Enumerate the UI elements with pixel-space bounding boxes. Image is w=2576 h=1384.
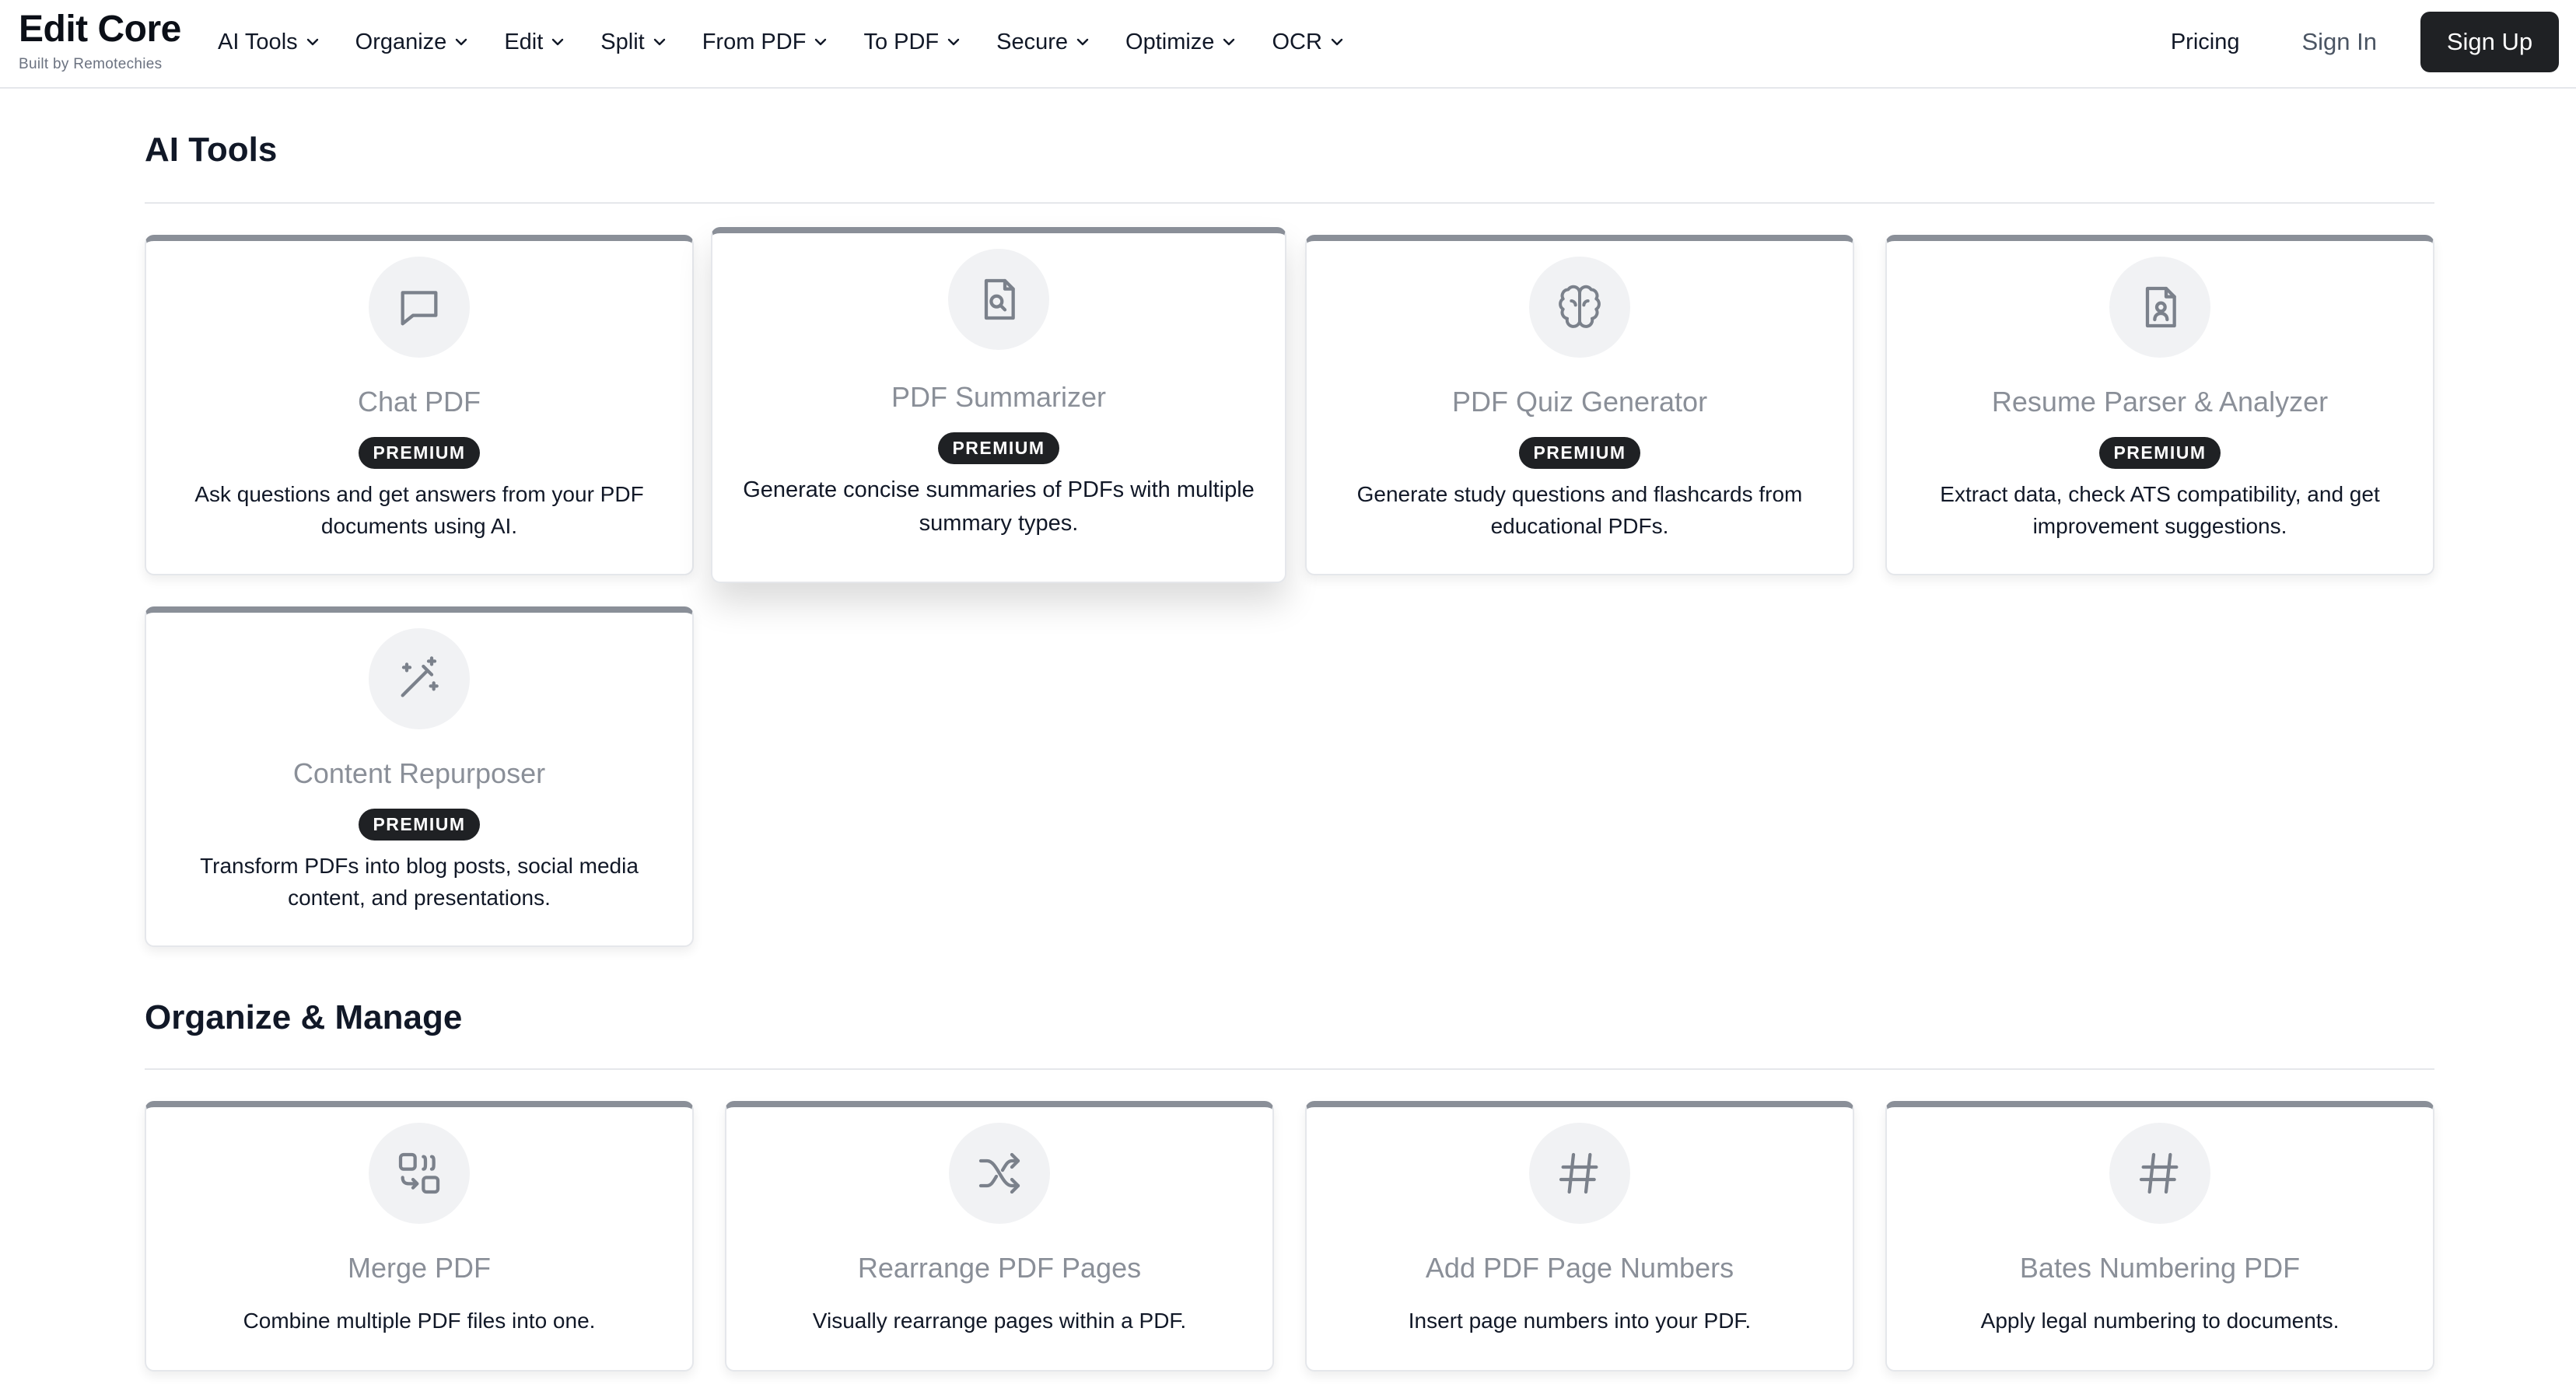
tool-card-pdf-quiz-generator[interactable]: PDF Quiz Generator PREMIUM Generate stud… — [1305, 235, 1854, 575]
file-search-icon — [984, 278, 1015, 320]
icon-badge — [948, 249, 1049, 350]
nav-ai-tools[interactable]: AI Tools — [218, 30, 320, 55]
section-title-organize-manage: Organize & Manage — [145, 998, 463, 1036]
nav-label: Split — [600, 29, 645, 54]
nav-label: AI Tools — [218, 29, 298, 54]
magic-wand-icon — [401, 656, 439, 697]
hash-icon — [1559, 1152, 1598, 1194]
card-title: PDF Summarizer — [891, 381, 1107, 413]
premium-badge: PREMIUM — [2099, 437, 2221, 469]
section-divider — [145, 1068, 2434, 1070]
nav-label: From PDF — [702, 29, 807, 54]
icon-badge — [2109, 257, 2210, 358]
premium-badge: PREMIUM — [359, 437, 480, 469]
tool-card-add-page-numbers[interactable]: Add PDF Page Numbers Insert page numbers… — [1305, 1101, 1854, 1372]
pricing-link[interactable]: Pricing — [2171, 30, 2240, 55]
tool-card-bates-numbering[interactable]: Bates Numbering PDF Apply legal numberin… — [1885, 1101, 2434, 1372]
nav-label: Organize — [355, 29, 447, 54]
section-divider — [145, 202, 2434, 204]
top-navbar: Edit Core Built by Remotechies AI Tools … — [0, 0, 2576, 89]
icon-badge — [2109, 1123, 2210, 1224]
brain-icon — [1559, 285, 1601, 328]
chevron-down-icon — [815, 38, 827, 46]
card-description: Ask questions and get answers from your … — [194, 482, 644, 538]
card-description: Visually rearrange pages within a PDF. — [812, 1309, 1187, 1333]
chevron-down-icon — [1076, 38, 1089, 46]
card-description: Apply legal numbering to documents. — [1980, 1309, 2340, 1333]
sign-up-button[interactable]: Sign Up — [2420, 12, 2559, 72]
card-description: Generate study questions and flashcards … — [1356, 482, 1803, 538]
main-nav: AI Tools Organize Edit Split From PDF To… — [218, 0, 1380, 84]
icon-badge — [949, 1123, 1050, 1224]
chevron-down-icon — [306, 38, 318, 46]
card-title: Merge PDF — [347, 1252, 492, 1284]
nav-organize[interactable]: Organize — [355, 30, 469, 55]
auth-nav: Pricing Sign In Sign Up — [2171, 11, 2559, 73]
chevron-down-icon — [947, 38, 960, 46]
nav-to-pdf[interactable]: To PDF — [863, 30, 961, 55]
tool-card-chat-pdf[interactable]: Chat PDF PREMIUM Ask questions and get a… — [145, 235, 694, 575]
card-description: Insert page numbers into your PDF. — [1408, 1309, 1752, 1333]
chevron-down-icon — [653, 38, 665, 46]
shuffle-icon — [978, 1152, 1020, 1194]
icon-badge — [1529, 257, 1630, 358]
tool-card-merge-pdf[interactable]: Merge PDF Combine multiple PDF files int… — [145, 1101, 694, 1372]
card-title: Chat PDF — [357, 386, 481, 418]
card-description: Extract data, check ATS compatibility, a… — [1940, 482, 2380, 538]
card-title: Add PDF Page Numbers — [1425, 1252, 1734, 1284]
icon-badge — [1529, 1123, 1630, 1224]
card-title: Resume Parser & Analyzer — [1991, 386, 2329, 418]
sign-in-button[interactable]: Sign In — [2301, 28, 2377, 56]
brand[interactable]: Edit Core Built by Remotechies — [19, 8, 181, 73]
tool-card-content-repurposer[interactable]: Content Repurposer PREMIUM Transform PDF… — [145, 606, 694, 947]
nav-optimize[interactable]: Optimize — [1125, 30, 1236, 55]
icon-badge — [369, 1123, 470, 1224]
nav-secure[interactable]: Secure — [996, 30, 1090, 55]
icon-badge — [369, 628, 470, 729]
premium-badge: PREMIUM — [938, 432, 1059, 464]
nav-label: Edit — [504, 29, 544, 54]
chevron-down-icon — [1223, 38, 1235, 46]
card-title: Rearrange PDF Pages — [857, 1252, 1142, 1284]
nav-edit[interactable]: Edit — [504, 30, 565, 55]
card-description: Transform PDFs into blog posts, social m… — [200, 854, 639, 910]
icon-badge — [369, 257, 470, 358]
card-title: Bates Numbering PDF — [2019, 1252, 2301, 1284]
card-title: Content Repurposer — [292, 757, 546, 789]
nav-ocr[interactable]: OCR — [1272, 30, 1343, 55]
brand-name[interactable]: Edit Core — [19, 8, 181, 51]
chevron-down-icon — [552, 38, 564, 46]
nav-split[interactable]: Split — [600, 30, 666, 55]
card-description: Generate concise summaries of PDFs with … — [743, 477, 1255, 536]
card-title: PDF Quiz Generator — [1451, 386, 1708, 418]
chevron-down-icon — [1331, 38, 1343, 46]
card-description: Combine multiple PDF files into one. — [243, 1309, 596, 1333]
premium-badge: PREMIUM — [1519, 437, 1640, 469]
chevron-down-icon — [456, 38, 467, 46]
nav-label: Secure — [996, 29, 1069, 54]
nav-label: OCR — [1272, 29, 1322, 54]
premium-badge: PREMIUM — [359, 809, 480, 841]
tool-card-resume-parser[interactable]: Resume Parser & Analyzer PREMIUM Extract… — [1885, 235, 2434, 575]
merge-icon — [398, 1152, 440, 1194]
hash-icon — [2139, 1152, 2179, 1194]
file-user-icon — [2145, 286, 2176, 328]
nav-label: To PDF — [863, 29, 940, 54]
nav-from-pdf[interactable]: From PDF — [702, 30, 828, 55]
chat-bubble-icon — [401, 291, 438, 326]
brand-tagline: Built by Remotechies — [19, 56, 163, 72]
tool-card-pdf-summarizer[interactable]: PDF Summarizer PREMIUM Generate concise … — [711, 227, 1286, 583]
nav-label: Optimize — [1125, 29, 1215, 54]
section-title-ai-tools: AI Tools — [145, 131, 278, 169]
tool-card-rearrange-pages[interactable]: Rearrange PDF Pages Visually rearrange p… — [725, 1101, 1274, 1372]
